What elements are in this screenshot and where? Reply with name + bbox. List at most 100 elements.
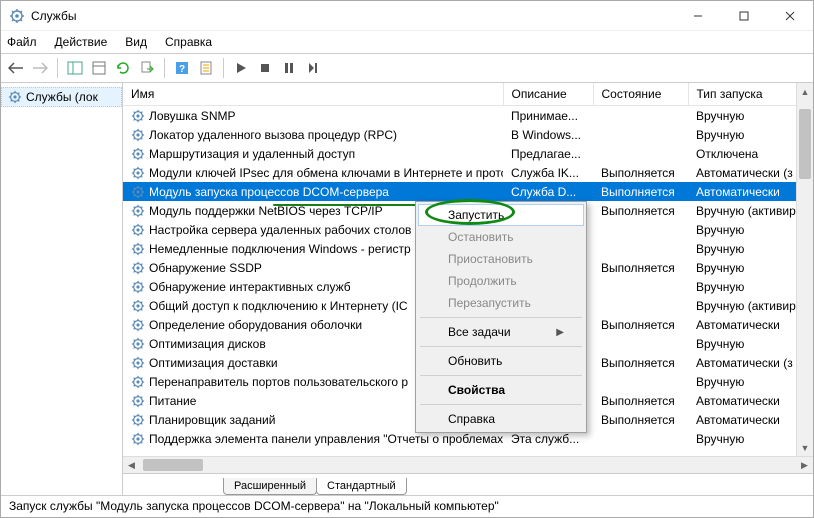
cm-resume[interactable]: Продолжить — [418, 270, 584, 292]
help-button[interactable]: ? — [171, 57, 193, 79]
service-name-label: Обнаружение SSDP — [149, 261, 262, 275]
column-header-startup[interactable]: Тип запуска — [688, 83, 813, 106]
gear-icon — [131, 413, 145, 427]
service-name-label: Поддержка элемента панели управления "От… — [149, 432, 503, 446]
app-icon — [9, 8, 25, 24]
svg-text:?: ? — [179, 64, 185, 75]
service-state-cell — [593, 296, 688, 315]
service-name-label: Планировщик заданий — [149, 413, 275, 427]
vertical-scrollbar[interactable]: ▲ ▼ — [796, 83, 813, 456]
help-index-button[interactable] — [195, 57, 217, 79]
column-header-name[interactable]: Имя — [123, 83, 503, 106]
scroll-thumb-h[interactable] — [143, 459, 203, 471]
nav-back-button[interactable] — [5, 57, 27, 79]
service-startup-cell: Вручную — [688, 220, 813, 239]
service-name-label: Оптимизация доставки — [149, 356, 278, 370]
scroll-right-icon[interactable]: ▶ — [796, 457, 813, 473]
cm-all-tasks[interactable]: Все задачи▶ — [418, 321, 584, 343]
service-name-label: Маршрутизация и удаленный доступ — [149, 147, 355, 161]
scroll-thumb[interactable] — [799, 109, 811, 179]
column-header-state[interactable]: Состояние — [593, 83, 688, 106]
service-state-cell — [593, 277, 688, 296]
cm-start[interactable]: Запустить — [418, 204, 584, 226]
cm-help[interactable]: Справка — [418, 408, 584, 430]
horizontal-scrollbar[interactable]: ◀ ▶ — [123, 456, 813, 473]
export-button[interactable] — [136, 57, 158, 79]
service-startup-cell: Вручную — [688, 258, 813, 277]
pause-service-button[interactable] — [278, 57, 300, 79]
gear-icon — [131, 280, 145, 294]
gear-icon — [131, 109, 145, 123]
refresh-button[interactable] — [112, 57, 134, 79]
service-state-cell — [593, 144, 688, 163]
table-row[interactable]: Модуль запуска процессов DCOM-сервераСлу… — [123, 182, 813, 201]
toolbar: ? — [1, 53, 813, 83]
menu-file[interactable]: Файл — [7, 35, 37, 49]
gear-icon — [131, 375, 145, 389]
scroll-down-icon[interactable]: ▼ — [797, 439, 813, 456]
table-row[interactable]: Маршрутизация и удаленный доступ Предлага… — [123, 144, 813, 163]
service-name-label: Настройка сервера удаленных рабочих стол… — [149, 223, 411, 237]
menu-help[interactable]: Справка — [165, 35, 212, 49]
scroll-left-icon[interactable]: ◀ — [123, 457, 140, 473]
tab-standard[interactable]: Стандартный — [316, 478, 407, 495]
menu-action[interactable]: Действие — [55, 35, 108, 49]
properties-button[interactable] — [88, 57, 110, 79]
table-row[interactable]: Ловушка SNMPПринимае...Вручную — [123, 106, 813, 126]
service-name-label: Модули ключей IPsec для обмена ключами в… — [149, 166, 503, 180]
statusbar: Запуск службы "Модуль запуска процессов … — [1, 495, 813, 517]
window-title: Службы — [31, 9, 675, 23]
menu-view[interactable]: Вид — [125, 35, 147, 49]
stop-service-button[interactable] — [254, 57, 276, 79]
restart-service-button[interactable] — [302, 57, 324, 79]
service-name-cell: Локатор удаленного вызова процедур (RPC) — [123, 125, 503, 144]
service-startup-cell: Автоматически — [688, 315, 813, 334]
show-hide-tree-button[interactable] — [64, 57, 86, 79]
tree-item-services[interactable]: Службы (лок — [1, 87, 122, 107]
service-startup-cell: Автоматически — [688, 391, 813, 410]
service-state-cell: Выполняется — [593, 201, 688, 220]
service-state-cell: Выполняется — [593, 315, 688, 334]
service-name-cell: Модуль запуска процессов DCOM-сервера — [123, 182, 503, 201]
service-startup-cell: Вручную (активир — [688, 296, 813, 315]
gear-icon — [131, 128, 145, 142]
table-header-row: Имя Описание Состояние Тип запуска — [123, 83, 813, 106]
service-desc-cell: Предлагае... — [503, 144, 593, 163]
gear-icon — [131, 223, 145, 237]
service-name-cell: Ловушка SNMP — [123, 106, 503, 125]
close-button[interactable] — [767, 1, 813, 31]
maximize-button[interactable] — [721, 1, 767, 31]
service-name-label: Обнаружение интерактивных служб — [149, 280, 351, 294]
service-name-label: Локатор удаленного вызова процедур (RPC) — [149, 128, 397, 142]
column-header-description[interactable]: Описание — [503, 83, 593, 106]
service-desc-cell: Служба IK... — [503, 163, 593, 182]
service-name-label: Питание — [149, 394, 196, 408]
scroll-up-icon[interactable]: ▲ — [797, 83, 813, 100]
cm-pause[interactable]: Приостановить — [418, 248, 584, 270]
cm-refresh[interactable]: Обновить — [418, 350, 584, 372]
service-state-cell — [593, 429, 688, 448]
table-row[interactable]: Локатор удаленного вызова процедур (RPC)… — [123, 125, 813, 144]
table-row[interactable]: Модули ключей IPsec для обмена ключами в… — [123, 163, 813, 182]
tab-extended[interactable]: Расширенный — [223, 478, 317, 495]
service-desc-cell: Принимае... — [503, 106, 593, 126]
service-startup-cell: Автоматически — [688, 410, 813, 429]
cm-restart[interactable]: Перезапустить — [418, 292, 584, 314]
nav-forward-button[interactable] — [29, 57, 51, 79]
service-desc-cell: В Windows... — [503, 125, 593, 144]
service-name-label: Ловушка SNMP — [149, 109, 235, 123]
cm-properties[interactable]: Свойства — [418, 379, 584, 401]
service-name-label: Оптимизация дисков — [149, 337, 266, 351]
service-state-cell — [593, 372, 688, 391]
gear-icon — [131, 394, 145, 408]
cm-stop[interactable]: Остановить — [418, 226, 584, 248]
minimize-button[interactable] — [675, 1, 721, 31]
service-state-cell: Выполняется — [593, 353, 688, 372]
start-service-button[interactable] — [230, 57, 252, 79]
titlebar: Службы — [1, 1, 813, 31]
chevron-right-icon: ▶ — [556, 327, 564, 338]
service-name-label: Перенаправитель портов пользовательского… — [149, 375, 408, 389]
service-name-cell: Маршрутизация и удаленный доступ — [123, 144, 503, 163]
service-startup-cell: Вручную — [688, 429, 813, 448]
gear-icon — [131, 356, 145, 370]
